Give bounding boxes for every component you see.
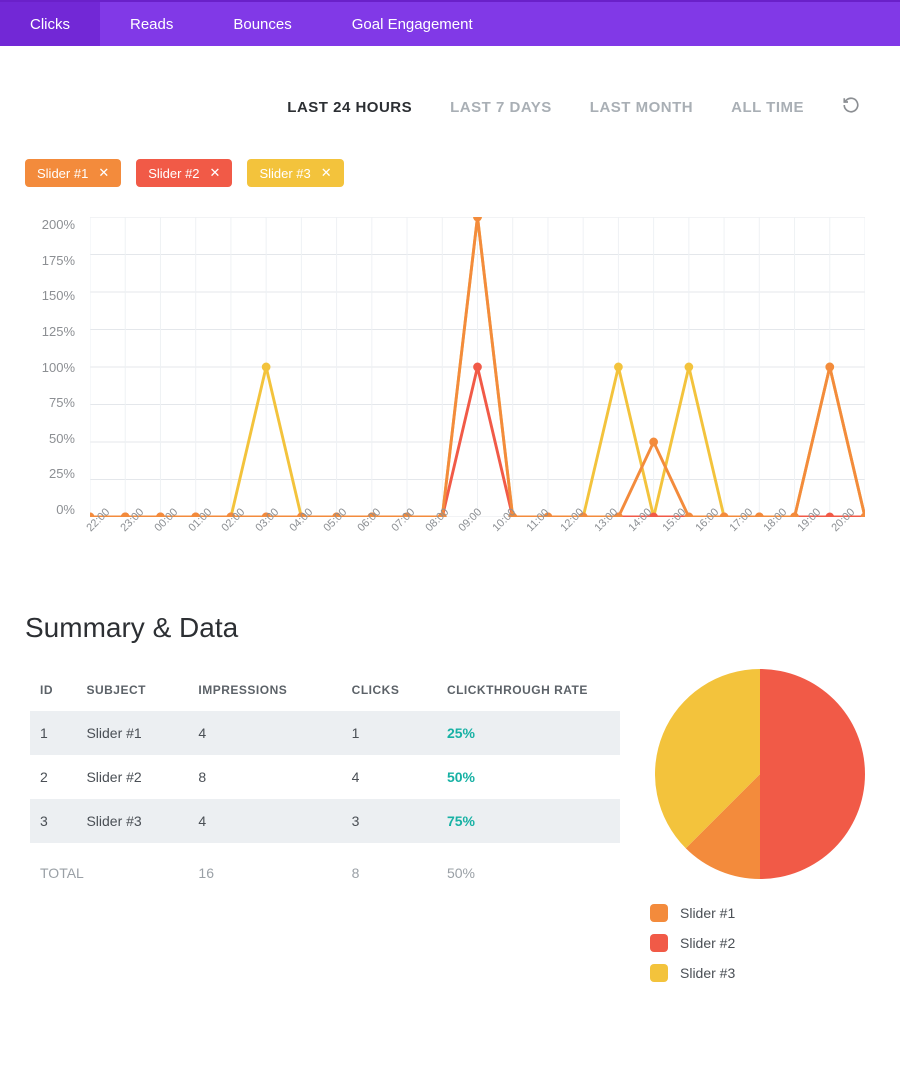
y-tick-label: 100% [25,360,75,375]
y-tick-label: 50% [25,431,75,446]
legend-item: Slider #3 [650,964,735,982]
cell-id: 1 [30,711,76,755]
pie-chart-area: Slider #1 Slider #2 Slider #3 [650,669,870,994]
cell-impressions: 4 [188,799,341,843]
close-icon[interactable]: ✕ [321,165,332,181]
filter-chip[interactable]: Slider #1 ✕ [25,159,121,187]
tab-reads[interactable]: Reads [100,2,203,46]
table-row: 3Slider #34375% [30,799,620,843]
col-subject: SUBJECT [76,669,188,711]
legend-label: Slider #1 [680,905,735,921]
cell-clicks: 3 [342,799,437,843]
time-range-7d[interactable]: LAST 7 DAYS [450,99,552,116]
tab-clicks[interactable]: Clicks [0,2,100,46]
legend-item: Slider #1 [650,904,735,922]
time-range-selector: LAST 24 HOURS LAST 7 DAYS LAST MONTH ALL… [15,96,885,159]
chip-label: Slider #2 [148,166,199,181]
pie-slice [760,669,865,879]
legend-item: Slider #2 [650,934,735,952]
summary-heading: Summary & Data [25,612,885,644]
chip-label: Slider #3 [259,166,310,181]
x-tick-label: 22:00 [84,504,114,534]
legend-swatch [650,934,668,952]
chip-label: Slider #1 [37,166,88,181]
time-range-month[interactable]: LAST MONTH [590,99,693,116]
total-label: TOTAL [30,843,188,895]
y-tick-label: 25% [25,466,75,481]
line-chart: 200% 175% 150% 125% 100% 75% 50% 25% 0% 22:0023:… [15,212,885,552]
cell-subject: Slider #3 [76,799,188,843]
cell-impressions: 4 [188,711,341,755]
cell-rate: 50% [437,755,620,799]
filter-chips: Slider #1 ✕ Slider #2 ✕ Slider #3 ✕ [15,159,885,212]
y-tick-label: 125% [25,324,75,339]
cell-rate: 25% [437,711,620,755]
table-row: 1Slider #14125% [30,711,620,755]
col-rate: CLICKTHROUGH RATE [437,669,620,711]
time-range-24h[interactable]: LAST 24 HOURS [287,99,412,116]
y-tick-label: 150% [25,288,75,303]
total-clicks: 8 [342,843,437,895]
cell-subject: Slider #2 [76,755,188,799]
legend-label: Slider #3 [680,965,735,981]
pie-chart [655,669,865,879]
y-tick-label: 75% [25,395,75,410]
cell-clicks: 4 [342,755,437,799]
cell-subject: Slider #1 [76,711,188,755]
cell-id: 3 [30,799,76,843]
y-tick-label: 200% [25,217,75,232]
legend-label: Slider #2 [680,935,735,951]
table-total-row: TOTAL16850% [30,843,620,895]
cell-id: 2 [30,755,76,799]
filter-chip[interactable]: Slider #2 ✕ [136,159,232,187]
summary-table: ID SUBJECT IMPRESSIONS CLICKS CLICKTHROU… [30,669,620,895]
y-axis-labels: 200% 175% 150% 125% 100% 75% 50% 25% 0% [25,217,75,517]
x-axis-labels: 22:0023:0000:0001:0002:0003:0004:0005:00… [90,520,865,532]
col-impressions: IMPRESSIONS [188,669,341,711]
filter-chip[interactable]: Slider #3 ✕ [247,159,343,187]
legend-swatch [650,904,668,922]
y-tick-label: 175% [25,253,75,268]
pie-legend: Slider #1 Slider #2 Slider #3 [650,904,735,994]
table-header-row: ID SUBJECT IMPRESSIONS CLICKS CLICKTHROU… [30,669,620,711]
top-nav: Clicks Reads Bounces Goal Engagement [0,0,900,46]
col-clicks: CLICKS [342,669,437,711]
y-tick-label: 0% [25,502,75,517]
cell-rate: 75% [437,799,620,843]
cell-impressions: 8 [188,755,341,799]
close-icon[interactable]: ✕ [98,165,109,181]
close-icon[interactable]: ✕ [210,165,221,181]
col-id: ID [30,669,76,711]
table-row: 2Slider #28450% [30,755,620,799]
time-range-all[interactable]: ALL TIME [731,99,804,116]
total-impressions: 16 [188,843,341,895]
chart-plot-area [90,217,865,517]
total-rate: 50% [437,843,620,895]
tab-goal-engagement[interactable]: Goal Engagement [322,2,503,46]
reset-icon[interactable] [842,96,860,119]
cell-clicks: 1 [342,711,437,755]
tab-bounces[interactable]: Bounces [203,2,321,46]
legend-swatch [650,964,668,982]
